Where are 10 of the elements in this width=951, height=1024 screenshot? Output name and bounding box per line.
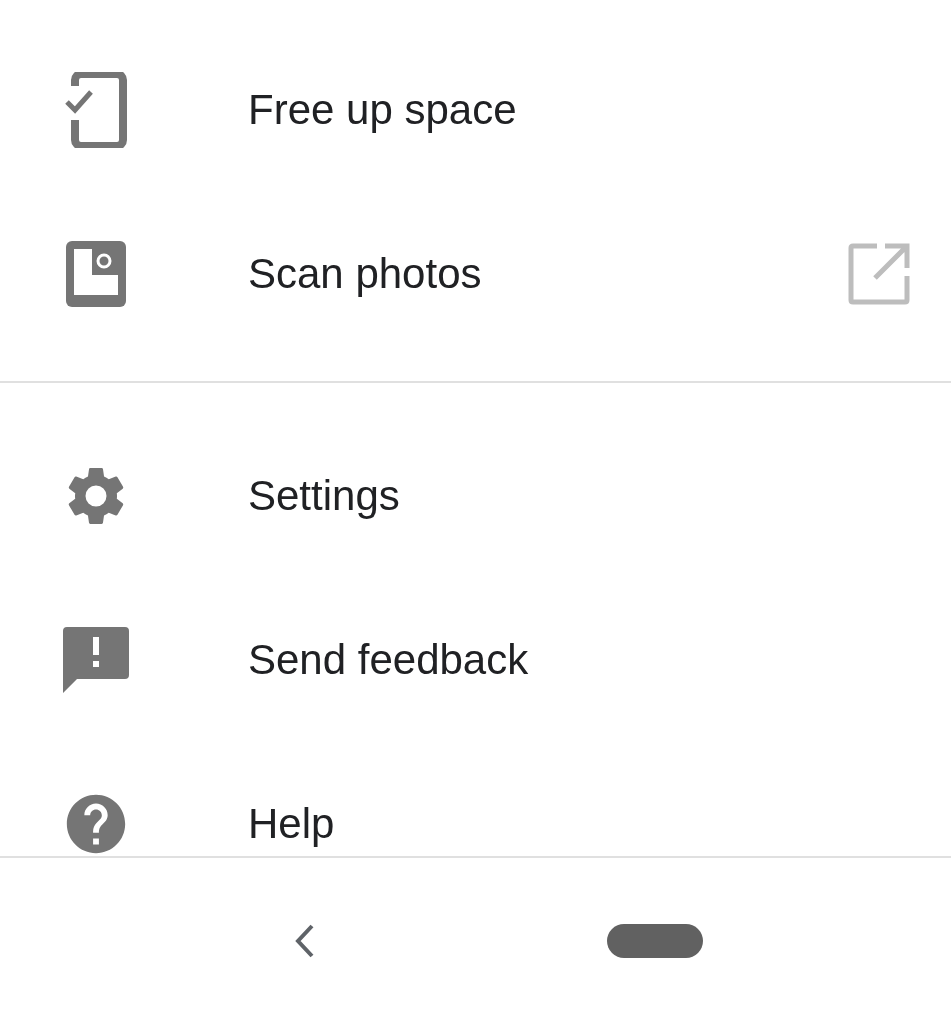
- back-icon: [294, 923, 316, 959]
- menu-item[interactable]: Free up space: [0, 28, 951, 192]
- phone-check-icon: [65, 72, 127, 148]
- feedback-icon: [61, 625, 131, 695]
- photo-frame-icon: [64, 239, 128, 309]
- menu-item[interactable]: Help: [0, 742, 951, 856]
- home-pill-icon: [607, 924, 703, 958]
- menu-item[interactable]: Settings: [0, 414, 951, 578]
- menu-item[interactable]: Send feedback: [0, 578, 951, 742]
- menu-item[interactable]: Scan photos: [0, 192, 951, 356]
